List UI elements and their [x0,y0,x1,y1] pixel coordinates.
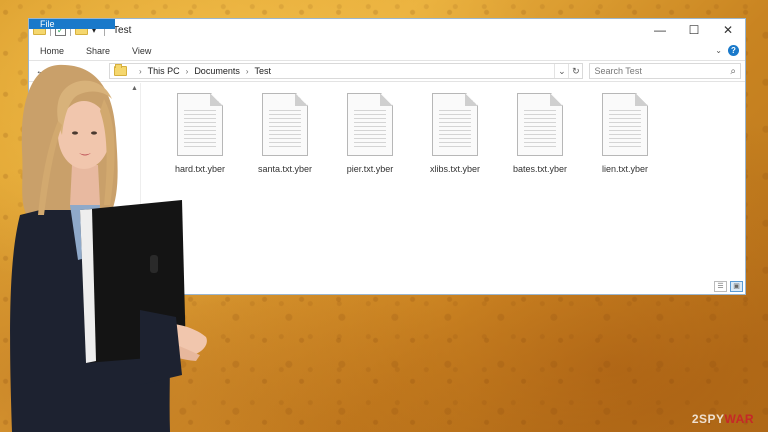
window-title: Test [113,24,132,36]
file-item[interactable]: lien.txt.yber [582,93,668,174]
watermark-suffix: WAR [724,412,754,426]
file-name: bates.txt.yber [512,164,568,174]
file-item[interactable]: bates.txt.yber [497,93,583,174]
file-item[interactable]: santa.txt.yber [242,93,328,174]
file-name: xlibs.txt.yber [429,164,480,174]
text-document-icon [432,93,478,156]
tab-file[interactable]: File [29,19,115,29]
search-icon[interactable]: ⌕ [730,66,736,77]
breadcrumb-test[interactable]: Test [255,66,272,76]
search-input[interactable]: Search Test ⌕ [589,63,741,79]
watermark-logo: 2SPYWAR [692,412,754,426]
text-document-icon [602,93,648,156]
help-icon[interactable]: ? [728,45,739,56]
minimize-button[interactable]: — [643,19,677,41]
file-item[interactable]: xlibs.txt.yber [412,93,498,174]
ribbon-right: ⌄ ? [715,41,745,60]
details-view-icon[interactable]: ☰ [714,281,727,292]
text-document-icon [347,93,393,156]
file-list: hard.txt.yber santa.txt.yber pier.txt.yb… [157,93,745,203]
file-name: santa.txt.yber [257,164,313,174]
large-icons-view-icon[interactable]: ▣ [730,281,743,292]
file-name: pier.txt.yber [346,164,394,174]
address-actions: ⌄ ↻ [554,64,582,78]
view-switcher: ☰ ▣ [714,281,743,292]
search-placeholder: Search Test [594,66,642,76]
close-button[interactable]: ✕ [711,19,745,41]
chevron-down-icon[interactable]: ⌄ [554,64,568,78]
chevron-right-icon: › [245,66,249,76]
expand-ribbon-icon[interactable]: ⌄ [715,46,722,55]
file-item[interactable]: pier.txt.yber [327,93,413,174]
watermark-prefix: 2SPY [691,412,725,426]
title-bar: ✓ ▾ Test — ☐ ✕ [29,19,745,41]
text-document-icon [262,93,308,156]
text-document-icon [517,93,563,156]
maximize-button[interactable]: ☐ [677,19,711,41]
refresh-icon[interactable]: ↻ [568,64,582,78]
file-name: lien.txt.yber [601,164,649,174]
woman-holding-binder-image [10,64,207,432]
window-controls: — ☐ ✕ [643,19,745,41]
